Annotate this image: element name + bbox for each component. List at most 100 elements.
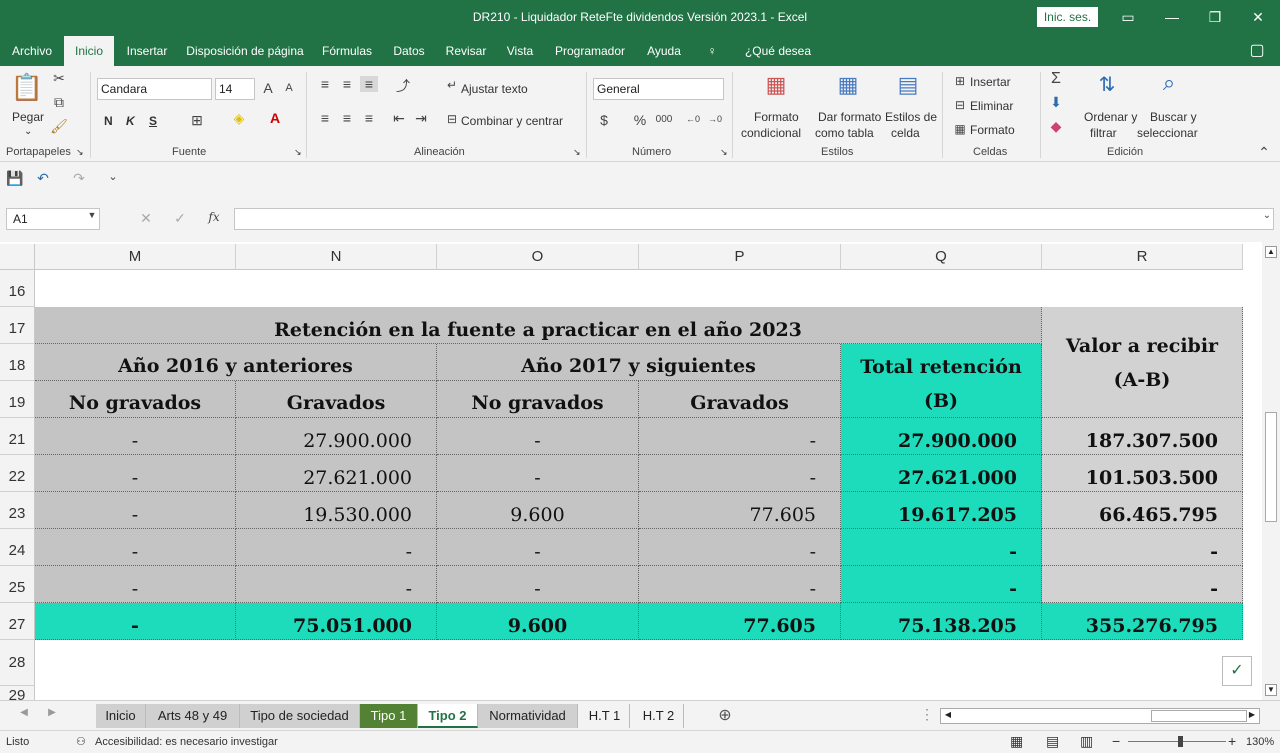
tab-programador[interactable]: Programador [548, 36, 632, 66]
find-select-button-1[interactable]: Buscar y [1150, 110, 1197, 124]
cell-r[interactable]: - [1042, 566, 1243, 603]
format-cells-button[interactable]: Formato [970, 123, 1015, 137]
accessibility-status[interactable]: Accesibilidad: es necesario investigar [95, 736, 278, 748]
font-launcher-icon[interactable]: ↘ [294, 147, 302, 158]
cell-styles-button-2[interactable]: celda [891, 126, 920, 140]
tab-datos[interactable]: Datos [386, 36, 432, 66]
row-header[interactable]: 21 [0, 418, 35, 455]
insert-cells-button[interactable]: Insertar [970, 75, 1011, 89]
horizontal-scrollbar[interactable]: ◀ ▶ [940, 708, 1260, 724]
copy-icon[interactable]: ⧉ [50, 94, 68, 111]
column-header-q[interactable]: Q [841, 244, 1042, 270]
expand-formula-icon[interactable]: ⌄ [1260, 210, 1274, 221]
underline-button[interactable]: S [149, 114, 157, 128]
undo-icon[interactable]: ↶ [34, 170, 52, 187]
cell-o[interactable]: - [437, 529, 639, 566]
row-header[interactable]: 25 [0, 566, 35, 603]
paste-icon[interactable]: 📋 [10, 72, 44, 106]
total-cell-p[interactable]: 77.605 [639, 603, 841, 640]
cell-p[interactable]: - [639, 529, 841, 566]
borders-icon[interactable]: ⊞ [188, 112, 206, 129]
cell-n[interactable]: - [236, 529, 437, 566]
tab-scroll-left-icon[interactable]: ◀ [18, 707, 30, 718]
cell-n[interactable]: 19.530.000 [236, 492, 437, 529]
add-sheet-icon[interactable]: ⊕ [716, 705, 734, 725]
row-header[interactable]: 28 [0, 640, 35, 686]
cut-icon[interactable]: ✂ [50, 70, 68, 87]
align-center-icon[interactable]: ≡ [338, 110, 356, 126]
vertical-scrollbar[interactable]: ▲ ▼ [1262, 242, 1280, 700]
align-bottom-icon[interactable]: ≡ [360, 76, 378, 92]
sheet-tab-tipo-2[interactable]: Tipo 2 [418, 704, 478, 728]
column-header-o[interactable]: O [437, 244, 639, 270]
cell-r[interactable]: - [1042, 529, 1243, 566]
quick-analysis-icon[interactable]: ✓ [1222, 656, 1252, 686]
wrap-text-icon[interactable]: ↵ [444, 78, 460, 92]
comments-icon[interactable]: ▢ [1244, 36, 1270, 66]
column-header-n[interactable]: N [236, 244, 437, 270]
font-name-select[interactable]: Candara [97, 78, 212, 100]
shrink-font-icon[interactable]: A [282, 82, 296, 94]
cell-r[interactable]: 101.503.500 [1042, 455, 1243, 492]
tab-formulas[interactable]: Fórmulas [316, 36, 378, 66]
cell-o[interactable]: - [437, 566, 639, 603]
sign-in-button[interactable]: Inic. ses. [1037, 7, 1098, 27]
format-table-button-2[interactable]: como tabla [815, 126, 874, 140]
format-cells-icon[interactable]: ▦ [952, 122, 968, 136]
cell-q[interactable]: - [841, 529, 1042, 566]
cell-o[interactable]: 9.600 [437, 492, 639, 529]
increase-decimal-icon[interactable]: ←0 [684, 114, 702, 124]
row-header[interactable]: 23 [0, 492, 35, 529]
row-header[interactable]: 29 [0, 686, 35, 700]
page-layout-icon[interactable]: ▤ [1046, 733, 1059, 750]
delete-cells-button[interactable]: Eliminar [970, 99, 1013, 113]
scroll-up-icon[interactable]: ▲ [1265, 246, 1277, 258]
alignment-launcher-icon[interactable]: ↘ [573, 147, 581, 158]
cell-p[interactable]: - [639, 455, 841, 492]
close-icon[interactable]: ✕ [1246, 6, 1270, 28]
cell-p[interactable]: - [639, 418, 841, 455]
align-left-icon[interactable]: ≡ [316, 110, 334, 126]
collapse-ribbon-icon[interactable]: ⌃ [1256, 144, 1272, 161]
zoom-level[interactable]: 130% [1246, 736, 1274, 748]
column-header-m[interactable]: M [35, 244, 236, 270]
row-header[interactable]: 18 [0, 344, 35, 381]
autosum-icon[interactable]: Σ [1047, 70, 1065, 88]
cell-m[interactable]: - [35, 529, 236, 566]
find-select-button-2[interactable]: seleccionar [1137, 126, 1198, 140]
clipboard-launcher-icon[interactable]: ↘ [76, 147, 84, 158]
tab-archivo[interactable]: Archivo [4, 36, 60, 66]
sort-filter-button-1[interactable]: Ordenar y [1084, 110, 1137, 124]
cell-styles-icon[interactable]: ▤ [894, 72, 922, 98]
cancel-icon[interactable]: ✕ [138, 210, 154, 227]
zoom-out-icon[interactable]: − [1112, 733, 1120, 749]
fill-icon[interactable]: ⬇ [1047, 94, 1065, 111]
sheet-tab-arts-48-49[interactable]: Arts 48 y 49 [146, 704, 240, 728]
cell-n[interactable]: 27.900.000 [236, 418, 437, 455]
merge-icon[interactable]: ⊟ [444, 112, 460, 126]
page-break-icon[interactable]: ▥ [1080, 733, 1093, 750]
percent-icon[interactable]: % [632, 112, 648, 128]
cell-styles-button-1[interactable]: Estilos de [885, 110, 937, 124]
total-cell-q[interactable]: 75.138.205 [841, 603, 1042, 640]
sheet-tab-normatividad[interactable]: Normatividad [478, 704, 578, 728]
cell-m[interactable]: - [35, 455, 236, 492]
redo-icon[interactable]: ↷ [70, 170, 88, 187]
hscroll-right-icon[interactable]: ▶ [1246, 710, 1258, 722]
tab-disposicion[interactable]: Disposición de página [182, 36, 308, 66]
cell-q[interactable]: 27.900.000 [841, 418, 1042, 455]
comma-icon[interactable]: 000 [654, 114, 674, 125]
format-painter-icon[interactable]: 🖌 [50, 118, 68, 135]
select-all-corner[interactable] [0, 244, 35, 270]
find-select-icon[interactable]: ⌕ [1154, 70, 1184, 96]
sort-filter-button-2[interactable]: filtrar [1090, 126, 1117, 140]
paste-dropdown-icon[interactable]: ⌄ [24, 126, 32, 137]
tell-me-search[interactable]: ¿Qué desea hacer? [728, 36, 828, 88]
total-cell-n[interactable]: 75.051.000 [236, 603, 437, 640]
number-launcher-icon[interactable]: ↘ [720, 147, 728, 158]
total-cell-m[interactable]: - [35, 603, 236, 640]
row-header[interactable]: 17 [0, 307, 35, 344]
tab-revisar[interactable]: Revisar [440, 36, 492, 66]
hscroll-thumb[interactable] [1151, 710, 1247, 722]
save-icon[interactable]: 💾 [6, 170, 24, 187]
